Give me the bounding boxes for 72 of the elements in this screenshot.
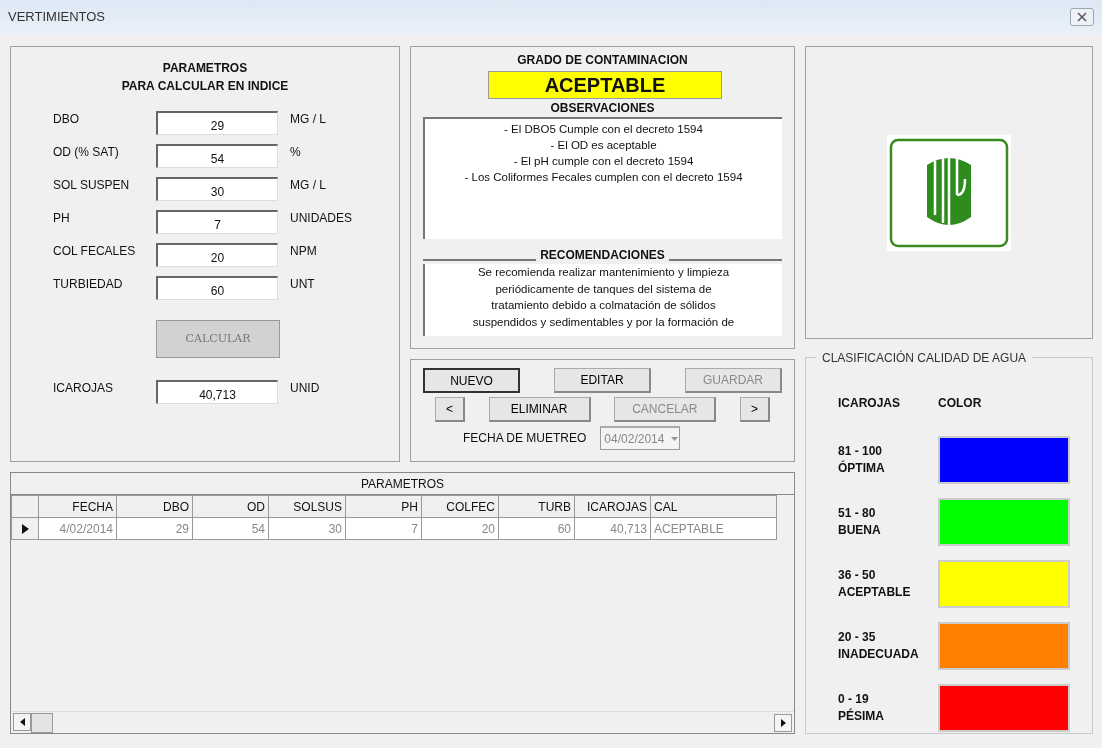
range-label: 20 - 35 (838, 629, 877, 646)
recommendation-text: tratamiento debido a colmatación de sólidos (490, 298, 717, 313)
column-header: PH (345, 495, 422, 518)
range-label: 81 - 100 (838, 443, 884, 460)
field-label: OD (% SAT) (53, 144, 120, 161)
observation-text: - El OD es aceptable (549, 138, 658, 153)
unit-label: UNIDADES (289, 210, 352, 227)
range-label: 0 - 19 (838, 691, 870, 708)
scroll-right-button[interactable] (774, 713, 792, 732)
panel-subtitle: PARA CALCULAR EN INDICE (120, 78, 290, 95)
panel-title: PARAMETROS (161, 60, 249, 77)
unit-label: NPM (289, 243, 317, 260)
window-title: VERTIMIENTOS (8, 8, 106, 27)
column-header: TURB (498, 495, 575, 518)
class-label: INADECUADA (838, 646, 920, 663)
recommendation-text: periódicamente de tanques del sistema de (494, 281, 713, 297)
field-label: COL FECALES (53, 243, 137, 260)
column-header: ICAROJAS (574, 495, 651, 518)
action-button[interactable]: NUEVO (423, 368, 521, 393)
field-label: PH (53, 210, 71, 227)
right-arrow-icon (780, 718, 786, 727)
grade-label: ACEPTABLE (488, 71, 722, 99)
field-label: FECHA DE MUETREO (463, 430, 587, 447)
observation-text: - El pH cumple con el decreto 1594 (512, 154, 695, 169)
unit-label: MG / L (289, 177, 326, 194)
column-header: COLFEC (421, 495, 499, 518)
column-header: FECHA (38, 495, 117, 518)
input-field[interactable]: 54 (156, 144, 278, 168)
column-header: COLOR (938, 395, 982, 412)
field-label: DBO (53, 111, 80, 128)
action-button[interactable]: > (739, 397, 770, 422)
range-label: 36 - 50 (838, 567, 877, 584)
unit-label: UNID (289, 380, 320, 397)
left-arrow-icon (19, 717, 25, 726)
column-header: OD (192, 495, 269, 518)
scroll-left-button[interactable] (13, 712, 31, 731)
observation-text: - Los Coliformes Fecales cumplen con el decreto 1594 (463, 170, 744, 185)
unit-label: UNT (289, 276, 315, 293)
close-icon (1077, 12, 1087, 22)
action-button[interactable]: < (435, 397, 465, 422)
column-header: SOLSUS (268, 495, 346, 518)
range-label: 51 - 80 (838, 505, 877, 522)
section-title: GRADO DE CONTAMINACION (516, 52, 689, 69)
column-header: CAL (650, 495, 777, 518)
unit-label: MG / L (289, 111, 326, 128)
close-button[interactable] (1070, 8, 1094, 26)
field-label: SOL SUSPEN (53, 177, 131, 194)
field-label: TURBIEDAD (53, 276, 124, 293)
input-field[interactable]: 29 (156, 111, 278, 135)
input-field[interactable]: 60 (156, 276, 278, 300)
action-button[interactable]: ELIMINAR (488, 397, 591, 422)
recommendation-text: Se recomienda realizar mantenimiento y limpieza (476, 265, 731, 280)
recommendation-text: suspendidos y sedimentables y por la formación de (471, 314, 736, 330)
class-label: BUENA (838, 522, 882, 539)
column-header: ICAROJAS (838, 395, 901, 412)
observation-text: - El DBO5 Cumple con el decreto 1594 (503, 122, 704, 137)
column-header: DBO (116, 495, 193, 518)
input-field[interactable]: 7 (156, 210, 278, 234)
field-label: ICAROJAS (53, 380, 114, 397)
result-field[interactable]: 40,713 (156, 380, 278, 404)
class-label: ÓPTIMA (838, 460, 886, 477)
class-label: ACEPTABLE (838, 584, 912, 601)
logo-icon (887, 134, 1011, 251)
action-button[interactable]: EDITAR (554, 368, 651, 393)
unit-label: % (289, 144, 301, 161)
input-field[interactable]: 20 (156, 243, 278, 267)
section-title: OBSERVACIONES (549, 100, 656, 117)
scroll-thumb[interactable] (31, 712, 53, 733)
class-label: PÉSIMA (838, 708, 885, 725)
section-title: RECOMENDACIONES (539, 247, 666, 264)
caret-icon (670, 435, 680, 442)
input-field[interactable]: 30 (156, 177, 278, 201)
